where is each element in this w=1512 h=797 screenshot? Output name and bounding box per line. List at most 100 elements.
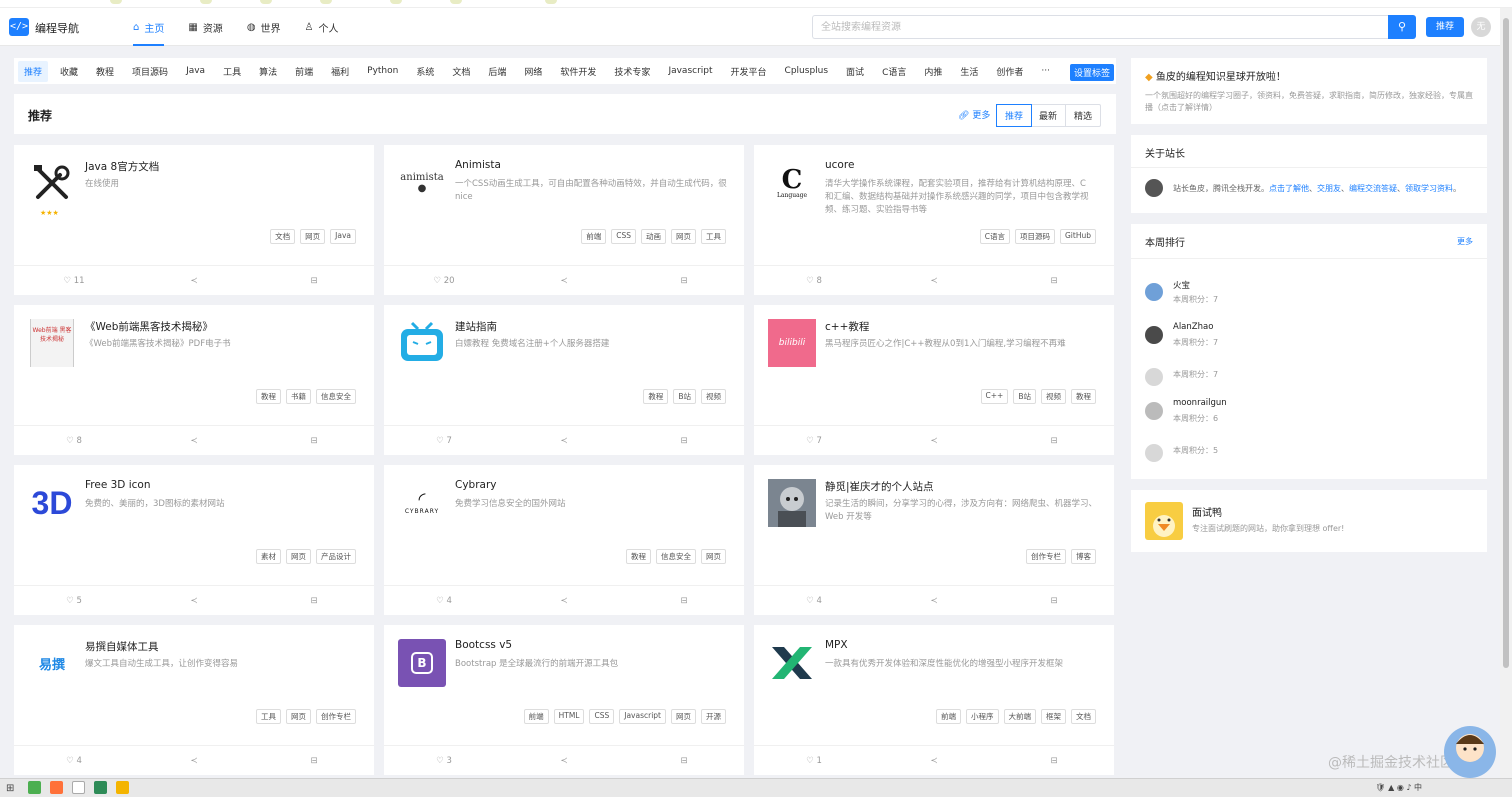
share-button[interactable]: ≺ <box>134 266 254 295</box>
more-link[interactable]: 🔗︎ 更多 <box>958 108 990 121</box>
card-tag[interactable]: 动画 <box>641 229 666 244</box>
rank-row[interactable]: moonrailgun 本周积分：6 <box>1145 398 1445 428</box>
rank-more-link[interactable]: 更多 <box>1457 236 1473 247</box>
share-button[interactable]: ≺ <box>134 586 254 615</box>
card-tag[interactable]: 大前端 <box>1003 709 1036 724</box>
share-button[interactable]: ≺ <box>874 426 994 455</box>
share-button[interactable]: ≺ <box>874 586 994 615</box>
search-button[interactable]: ⚲ <box>1388 15 1416 39</box>
comment-button[interactable]: ⊟ <box>254 266 374 295</box>
like-button[interactable]: ♡ 5 <box>14 586 134 615</box>
card-tag[interactable]: C++ <box>980 389 1009 404</box>
card-tag[interactable]: 前端 <box>936 709 961 724</box>
like-button[interactable]: ♡ 7 <box>754 426 874 455</box>
browser-icon[interactable] <box>116 781 129 794</box>
tag-item[interactable]: 文档 <box>446 61 476 82</box>
tag-item[interactable]: 前端 <box>289 61 319 82</box>
card-title[interactable]: c++教程 <box>825 319 869 334</box>
resource-card[interactable]: bilibili c++教程 黑马程序员匠心之作|C++教程从0到1入门编程,学习编… <box>754 305 1114 455</box>
card-title[interactable]: Cybrary <box>455 479 497 491</box>
card-title[interactable]: MPX <box>825 639 848 651</box>
resource-card[interactable]: C Language ucore 清华大学操作系统课程，配套实验项目，推荐给有计算机结… <box>754 145 1114 295</box>
card-tag[interactable]: 框架 <box>1041 709 1066 724</box>
tag-item[interactable]: 创作者 <box>990 61 1029 82</box>
windows-start-icon[interactable]: ⊞ <box>6 783 14 794</box>
notepad-icon[interactable] <box>72 781 85 794</box>
like-button[interactable]: ♡ 3 <box>384 746 504 775</box>
card-tag[interactable]: 教程 <box>626 549 651 564</box>
like-button[interactable]: ♡ 4 <box>384 586 504 615</box>
card-tag[interactable]: 文档 <box>1071 709 1096 724</box>
resource-card[interactable]: B Bootcss v5 Bootstrap 是全球最流行的前端开源工具包 前端 HTM… <box>384 625 744 775</box>
card-tag[interactable]: C语言 <box>979 229 1010 244</box>
card-tag[interactable]: 素材 <box>256 549 281 564</box>
card-tag[interactable]: 创作专栏 <box>1026 549 1066 564</box>
card-tag[interactable]: 网页 <box>701 549 726 564</box>
tag-item[interactable]: 面试 <box>840 61 870 82</box>
rank-row[interactable]: 火宝 本周积分：7 <box>1145 279 1445 309</box>
share-button[interactable]: ≺ <box>874 746 994 775</box>
like-button[interactable]: ♡ 4 <box>754 586 874 615</box>
card-tag[interactable]: 书籍 <box>286 389 311 404</box>
search-input[interactable] <box>812 15 1388 39</box>
card-title[interactable]: Java 8官方文档 <box>85 159 159 174</box>
tag-item[interactable]: Javascript <box>662 62 718 80</box>
card-tag[interactable]: 视频 <box>1041 389 1066 404</box>
resource-card[interactable]: 静觅|崔庆才的个人站点 记录生活的瞬间，分享学习的心得，涉及方向有：网络爬虫、机器… <box>754 465 1114 615</box>
tag-item[interactable]: 推荐 <box>18 60 49 82</box>
firefox-icon[interactable] <box>50 781 63 794</box>
comment-button[interactable]: ⊟ <box>994 746 1114 775</box>
card-tag[interactable]: 网页 <box>671 709 696 724</box>
card-tag[interactable]: Java <box>330 229 356 244</box>
chrome-icon[interactable] <box>28 781 41 794</box>
like-button[interactable]: ♡ 1 <box>754 746 874 775</box>
card-tag[interactable]: 信息安全 <box>656 549 696 564</box>
card-title[interactable]: Animista <box>455 159 501 171</box>
card-title[interactable]: Free 3D icon <box>85 479 151 491</box>
comment-button[interactable]: ⊟ <box>624 586 744 615</box>
card-tag[interactable]: 教程 <box>1071 389 1096 404</box>
card-tag[interactable]: 小程序 <box>966 709 999 724</box>
card-tag[interactable]: 前端 <box>581 229 607 244</box>
card-tag[interactable]: 项目源码 <box>1015 229 1055 244</box>
comment-button[interactable]: ⊟ <box>624 746 744 775</box>
tag-item[interactable]: 网络 <box>518 61 548 82</box>
card-tag[interactable]: 创作专栏 <box>316 709 356 724</box>
site-logo-icon[interactable]: </> <box>9 18 29 36</box>
owner-link-materials[interactable]: 领取学习资料 <box>1405 184 1453 193</box>
planet-banner[interactable]: ◆ 鱼皮的编程知识星球开放啦！ 一个氛围超好的编程学习圈子，领资料，免费答疑，求… <box>1131 58 1487 124</box>
comment-button[interactable]: ⊟ <box>994 586 1114 615</box>
rank-row[interactable]: 本周积分：7 <box>1145 364 1445 394</box>
settings-tags-button[interactable]: 设置标签 <box>1069 64 1114 81</box>
card-title[interactable]: 易撰自媒体工具 <box>85 639 159 654</box>
card-tag[interactable]: 博客 <box>1071 549 1096 564</box>
like-button[interactable]: ♡ 7 <box>384 426 504 455</box>
recommend-button[interactable]: 推荐 <box>1426 17 1464 37</box>
comment-button[interactable]: ⊟ <box>254 586 374 615</box>
comment-button[interactable]: ⊟ <box>994 266 1114 295</box>
tag-item[interactable]: 福利 <box>325 61 355 82</box>
mianshiya-card[interactable]: 面试鸭 专注面试刷题的网站，助你拿到理想 offer! <box>1131 490 1487 552</box>
nav-resources[interactable]: ▦ 资源 <box>188 8 222 46</box>
comment-button[interactable]: ⊟ <box>624 426 744 455</box>
resource-card[interactable]: 建站指南 白嫖教程 免费域名注册+个人服务器搭建 教程 B站 视频 ♡ 7 ≺ ⊟ <box>384 305 744 455</box>
like-button[interactable]: ♡ 11 <box>14 266 134 295</box>
tag-item[interactable]: Cplusplus <box>779 62 835 80</box>
nav-world[interactable]: ◍ 世界 <box>247 8 281 46</box>
card-tag[interactable]: 工具 <box>701 229 726 244</box>
comment-button[interactable]: ⊟ <box>254 426 374 455</box>
site-name[interactable]: 编程导航 <box>35 20 79 36</box>
card-title[interactable]: ucore <box>825 159 854 171</box>
card-tag[interactable]: 文档 <box>270 229 296 244</box>
comment-button[interactable]: ⊟ <box>624 266 744 295</box>
card-tag[interactable]: 视频 <box>701 389 726 404</box>
like-button[interactable]: ♡ 8 <box>14 426 134 455</box>
share-button[interactable]: ≺ <box>134 746 254 775</box>
share-button[interactable]: ≺ <box>504 746 624 775</box>
resource-card[interactable]: Web前端 黑客技术揭秘 《Web前端黑客技术揭秘》 《Web前端黑客技术揭秘》PD… <box>14 305 374 455</box>
card-tag[interactable]: 网页 <box>671 229 696 244</box>
card-tag[interactable]: 网页 <box>286 549 311 564</box>
share-button[interactable]: ≺ <box>504 426 624 455</box>
card-tag[interactable]: 开源 <box>701 709 726 724</box>
resource-card[interactable]: ★★★ Java 8官方文档 在线使用 文档 网页 Java ♡ 11 ≺ ⊟ <box>14 145 374 295</box>
